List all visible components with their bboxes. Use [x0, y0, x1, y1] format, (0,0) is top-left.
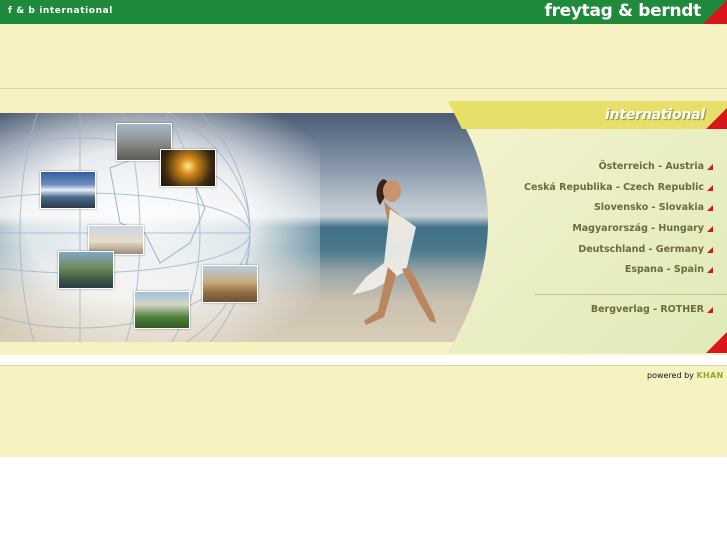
fb-international-logo[interactable]: f & b international: [8, 6, 113, 16]
link-spain[interactable]: Espana - Spain: [524, 260, 713, 281]
red-arrow-icon: [707, 307, 713, 313]
country-menu: Österreich - Austria Ceská Republika - C…: [524, 157, 713, 281]
ruins-thumbnail: [202, 265, 258, 303]
link-slovakia[interactable]: Slovensko - Slovakia: [524, 198, 713, 219]
menu-divider: [534, 294, 727, 295]
top-bar: f & b international freytag & berndt: [0, 0, 727, 24]
lake-church-thumbnail: [58, 251, 114, 289]
top-band: [0, 24, 727, 88]
red-arrow-icon: [707, 267, 713, 274]
alpine-meadow-thumbnail: [134, 291, 190, 329]
beach-photo: [0, 113, 494, 342]
red-arrow-icon: [707, 246, 713, 253]
link-hungary[interactable]: Magyarország - Hungary: [524, 219, 713, 240]
freytag-berndt-logo[interactable]: freytag & berndt: [544, 1, 701, 21]
powered-by-credit: powered by KHAN IT: [647, 371, 727, 380]
powered-by-label: powered by: [647, 371, 694, 380]
main-banner: international Österreich - Austria Ceská…: [0, 89, 727, 355]
bottom-band: [0, 366, 727, 457]
red-arrow-icon: [707, 184, 713, 191]
running-woman-figure: [352, 179, 436, 325]
link-germany[interactable]: Deutschland - Germany: [524, 240, 713, 261]
link-austria[interactable]: Österreich - Austria: [524, 157, 713, 178]
panel-title: international: [605, 107, 705, 123]
sunset-thumbnail: [160, 149, 216, 187]
link-czech-republic[interactable]: Ceská Republika - Czech Republic: [524, 178, 713, 199]
red-arrow-icon: [707, 205, 713, 212]
link-bergverlag-rother[interactable]: Bergverlag - ROTHER: [591, 300, 713, 321]
red-arrow-icon: [707, 226, 713, 233]
khan-it-link[interactable]: KHAN IT: [696, 371, 727, 380]
navigation-panel: international Österreich - Austria Ceská…: [448, 101, 727, 353]
red-arrow-icon: [707, 164, 713, 170]
mountain-thumbnail: [40, 171, 96, 209]
red-corner-triangle: [703, 0, 727, 24]
